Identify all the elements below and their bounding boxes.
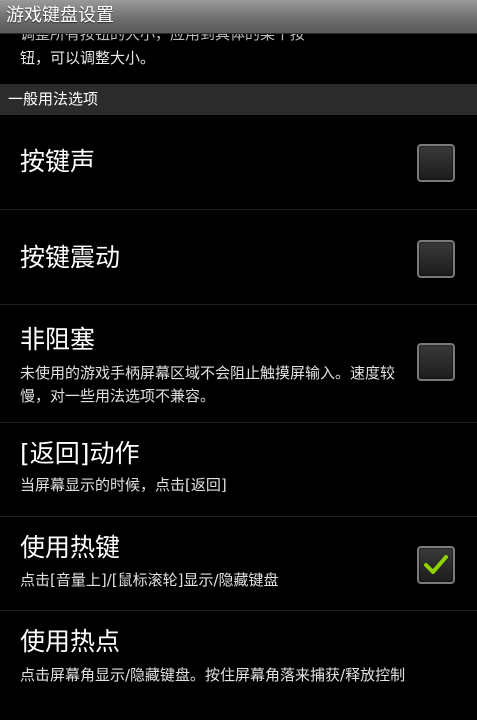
pref-summary: 点击屏幕角显示/隐藏键盘。按住屏幕角落来捕获/释放控制 — [20, 666, 406, 684]
pref-non-blocking[interactable]: 非阻塞 未使用的游戏手柄屏幕区域不会阻止触摸屏输入。速度较慢，对一些用法选项不兼… — [0, 305, 477, 423]
pref-key-vibration[interactable]: 按键震动 — [0, 210, 477, 305]
pref-title: 非阻塞 — [20, 325, 96, 354]
pref-summary: 未使用的游戏手柄屏幕区域不会阻止触摸屏输入。速度较慢，对一些用法选项不兼容。 — [20, 364, 396, 405]
pref-summary: 点击[音量上]/[鼠标滚轮]显示/隐藏键盘 — [20, 571, 279, 589]
previous-item-description: 调整所有按钮的大小，应用到具体的某个按 钮，可以调整大小。 — [20, 34, 460, 70]
key-vibration-checkbox[interactable] — [417, 240, 455, 278]
pref-title: 使用热点 — [20, 627, 121, 656]
pref-use-hotkey[interactable]: 使用热键 点击[音量上]/[鼠标滚轮]显示/隐藏键盘 — [0, 517, 477, 611]
pref-title: [返回]动作 — [20, 439, 140, 468]
pref-use-hotspot[interactable]: 使用热点 点击屏幕角显示/隐藏键盘。按住屏幕角落来捕获/释放控制 — [0, 611, 477, 720]
pref-title: 按键声 — [20, 147, 96, 176]
settings-list[interactable]: 调整所有按钮的大小，应用到具体的某个按 钮，可以调整大小。 一般用法选项 按键声… — [0, 34, 477, 720]
title-bar: 游戏键盘设置 — [0, 0, 477, 34]
use-hotkey-checkbox[interactable] — [417, 546, 455, 584]
checkmark-icon — [424, 555, 448, 574]
description-line-2: 钮，可以调整大小。 — [20, 49, 156, 67]
section-header: 一般用法选项 — [0, 84, 477, 115]
key-sound-checkbox[interactable] — [417, 144, 455, 182]
description-line-1: 调整所有按钮的大小，应用到具体的某个按 — [20, 34, 306, 43]
app-title: 游戏键盘设置 — [6, 5, 114, 26]
pref-summary: 当屏幕显示的时候，点击[返回] — [20, 476, 227, 494]
non-blocking-checkbox[interactable] — [417, 343, 455, 381]
pref-title: 使用热键 — [20, 533, 121, 562]
pref-back-action[interactable]: [返回]动作 当屏幕显示的时候，点击[返回] — [0, 423, 477, 517]
section-title: 一般用法选项 — [8, 90, 99, 108]
pref-title: 按键震动 — [20, 243, 121, 272]
pref-key-sound[interactable]: 按键声 — [0, 115, 477, 210]
